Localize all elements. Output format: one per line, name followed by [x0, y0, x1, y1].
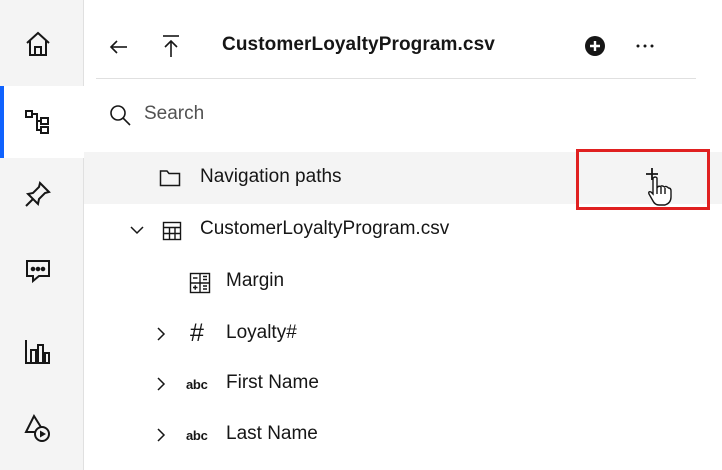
text-type-icon: abc — [186, 428, 208, 443]
add-filled-icon — [585, 36, 605, 56]
tree-item-label: Navigation paths — [200, 166, 342, 187]
tree-item-label: First Name — [226, 372, 319, 393]
chat-icon — [26, 260, 50, 284]
shapes-icon — [24, 413, 50, 442]
tree-item-margin[interactable]: Margin — [84, 256, 722, 308]
back-button[interactable] — [104, 32, 134, 62]
calculation-icon — [189, 272, 211, 294]
chevron-right-icon[interactable] — [152, 426, 170, 444]
tree-item-label: CustomerLoyaltyProgram.csv — [200, 218, 450, 239]
chevron-down-icon[interactable] — [128, 221, 146, 239]
tree-item-dataset[interactable]: CustomerLoyaltyProgram.csv — [84, 204, 722, 256]
pin-icon — [25, 181, 51, 207]
arrow-up-to-top-icon — [163, 35, 179, 57]
chevron-right-icon[interactable] — [152, 325, 170, 343]
search-input[interactable]: Search — [144, 103, 204, 125]
bar-chart-icon — [25, 340, 50, 364]
go-to-top-button[interactable] — [156, 30, 186, 62]
data-tree-icon — [25, 110, 49, 134]
tree-item-first-name[interactable]: abc First Name — [84, 358, 722, 410]
tree-item-label: Last Name — [226, 423, 318, 444]
tree-item-last-name[interactable]: abc Last Name — [84, 409, 722, 461]
folder-icon — [159, 170, 181, 187]
rail-visualizations-button[interactable] — [0, 322, 84, 382]
rail-data-button[interactable] — [0, 86, 84, 158]
left-rail — [0, 0, 84, 470]
text-type-icon: abc — [186, 377, 208, 392]
overflow-menu-button[interactable] — [632, 34, 658, 58]
arrow-left-icon — [109, 40, 127, 54]
rail-chat-button[interactable] — [0, 240, 84, 300]
highlight-box — [576, 149, 710, 210]
home-icon — [26, 31, 50, 56]
tree-item-label: Margin — [226, 270, 285, 291]
search-bar[interactable]: Search — [84, 92, 722, 140]
panel-title: CustomerLoyaltyProgram.csv — [222, 34, 495, 55]
add-button[interactable] — [582, 33, 608, 59]
chevron-right-icon[interactable] — [152, 375, 170, 393]
hash-icon: # — [190, 319, 204, 347]
tree-item-loyalty[interactable]: # Loyalty# — [84, 308, 722, 360]
header-divider — [96, 78, 696, 79]
search-icon — [110, 105, 131, 126]
rail-shapes-button[interactable] — [0, 398, 84, 458]
overflow-menu-icon — [636, 44, 654, 48]
panel-header: CustomerLoyaltyProgram.csv — [84, 0, 722, 92]
rail-home-button[interactable] — [0, 14, 84, 74]
table-icon — [162, 221, 182, 241]
tree-item-label: Loyalty# — [226, 322, 297, 343]
rail-pin-button[interactable] — [0, 164, 84, 224]
